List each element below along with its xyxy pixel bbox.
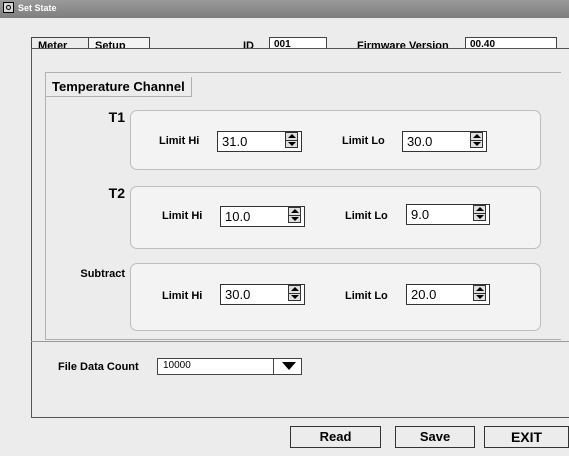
t1-limit-hi-label: Limit Hi — [159, 135, 200, 147]
t2-limit-hi-label: Limit Hi — [162, 210, 203, 222]
t1-limit-lo-label: Limit Lo — [342, 135, 385, 147]
t1-limit-hi-spinner[interactable] — [285, 132, 298, 148]
window-menu-icon[interactable] — [3, 2, 14, 13]
window-title: Set State — [18, 3, 57, 13]
file-data-count-label: File Data Count — [58, 361, 139, 373]
dropdown-arrow-icon[interactable] — [273, 358, 302, 375]
subtract-limit-lo-spinner[interactable] — [473, 285, 486, 301]
subtract-limit-hi-label: Limit Hi — [162, 290, 203, 302]
channel-label-t2: T2 — [108, 185, 125, 201]
t2-limit-lo-spinner[interactable] — [473, 205, 486, 221]
channel-label-t1: T1 — [108, 109, 125, 125]
subtract-limit-lo-label: Limit Lo — [345, 290, 388, 302]
channel-label-subtract: Subtract — [80, 268, 125, 280]
subtract-limit-hi-spinner[interactable] — [288, 285, 301, 301]
t2-limit-hi-spinner[interactable] — [288, 207, 301, 223]
save-button[interactable]: Save — [395, 426, 475, 448]
read-button[interactable]: Read — [290, 426, 381, 448]
t1-limit-lo-spinner[interactable] — [470, 132, 483, 148]
divider — [31, 341, 569, 342]
title-bar: Set State — [0, 0, 569, 18]
t2-limit-lo-label: Limit Lo — [345, 210, 388, 222]
exit-button[interactable]: EXIT — [484, 426, 569, 448]
group-title: Temperature Channel — [46, 77, 192, 97]
